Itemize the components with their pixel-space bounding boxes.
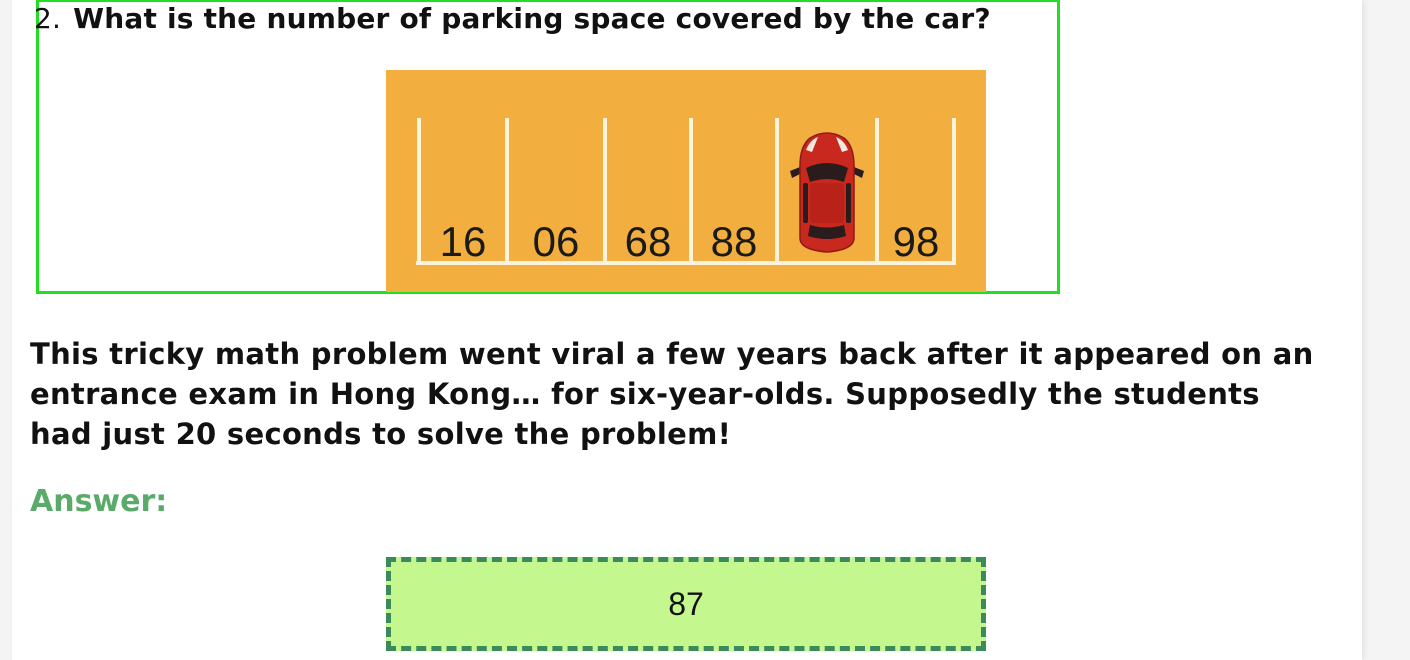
parking-space-number: 16 — [440, 218, 487, 265]
red-car-icon — [790, 132, 864, 253]
article-paragraph: This tricky math problem went viral a fe… — [30, 337, 1314, 451]
parking-space-number: 68 — [625, 218, 672, 265]
parking-space-number: 88 — [711, 218, 758, 265]
question-text: What is the number of parking space cove… — [73, 2, 991, 35]
answer-box: 87 — [386, 557, 986, 651]
answer-label: Answer: — [30, 484, 168, 519]
parking-puzzle-image: 16 06 68 88 98 — [386, 70, 986, 292]
parking-space-number: 98 — [893, 218, 940, 265]
question-title: 2. What is the number of parking space co… — [34, 2, 991, 35]
question-number: 2. — [34, 2, 62, 35]
answer-value: 87 — [668, 585, 704, 622]
parking-lot-drawing: 16 06 68 88 98 — [416, 118, 956, 265]
parking-space-number: 06 — [533, 218, 580, 265]
